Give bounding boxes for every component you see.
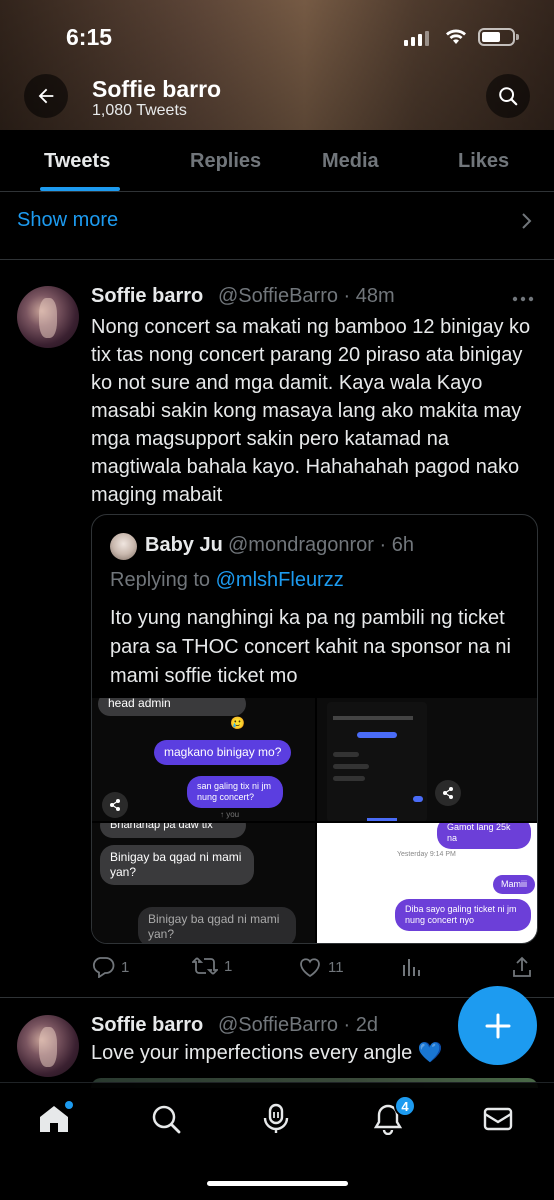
chat-bubble: Gamot lang 25k na — [437, 823, 531, 849]
signal-icon — [404, 30, 429, 46]
nav-spaces[interactable] — [260, 1103, 292, 1135]
status-bar: 6:15 — [0, 22, 554, 52]
tweet-actions: 1 1 11 — [91, 956, 538, 980]
tab-media[interactable]: Media — [322, 150, 379, 173]
quote-media-grid[interactable]: head admin 🥲 magkano binigay mo? san gal… — [92, 698, 537, 943]
wifi-icon — [446, 29, 466, 44]
chat-bubble: san galing tix ni jm nung concert? — [187, 776, 283, 808]
analytics-icon — [403, 959, 420, 976]
share-button[interactable] — [435, 780, 461, 806]
tweet-author-name[interactable]: Soffie barro — [91, 285, 203, 308]
arrow-left-icon — [38, 88, 54, 104]
chat-bubble: Binigay ba qgad ni mami yan? — [100, 845, 254, 885]
mail-icon — [483, 1107, 513, 1131]
quote-author-name: Baby Ju — [145, 534, 223, 556]
back-button[interactable] — [24, 74, 68, 118]
retweet-count: 1 — [224, 957, 233, 975]
tweet-avatar[interactable] — [17, 286, 79, 348]
tweet-author-name[interactable]: Soffie barro — [91, 1014, 203, 1037]
you-label: ↑ you — [220, 810, 240, 819]
tweet-count: 1,080 Tweets — [92, 102, 187, 119]
heart-icon — [300, 958, 320, 978]
chat-bubble: Bnahanap pa daw tix — [100, 823, 246, 838]
chat-bubble: magkano binigay mo? — [154, 740, 292, 765]
microphone-icon — [263, 1103, 289, 1133]
chat-bubble: head admin — [98, 698, 246, 716]
plus-icon — [485, 1013, 510, 1038]
media-image-3[interactable]: Bnahanap pa daw tix Binigay ba qgad ni m… — [92, 823, 315, 943]
quoted-tweet[interactable]: Baby Ju @mondragonror · 6h Replying to @… — [91, 514, 538, 944]
show-more-link[interactable]: Show more — [17, 209, 118, 232]
nav-messages[interactable] — [482, 1103, 514, 1135]
quote-text: Ito yung nanghingi ka pa ng pambili ng t… — [110, 607, 511, 687]
profile-tabs: Tweets Replies Media Likes — [0, 130, 554, 192]
tab-replies[interactable]: Replies — [190, 150, 261, 173]
reply-icon — [92, 957, 115, 978]
quote-avatar — [110, 533, 137, 560]
tweet-author-handle[interactable]: @SoffieBarro · 2d — [218, 1014, 378, 1037]
quote-author-handle: @mondragonror · 6h — [228, 534, 414, 556]
share-icon — [443, 787, 453, 799]
search-icon — [152, 1105, 181, 1134]
tab-tweets[interactable]: Tweets — [44, 150, 110, 173]
retweet-icon — [192, 957, 218, 975]
share-button[interactable] — [102, 792, 128, 818]
profile-name: Soffie barro — [92, 76, 222, 102]
chevron-right-icon — [522, 213, 532, 229]
search-icon — [499, 87, 518, 106]
profile-header: 6:15 Soffie barro 1,080 Tweets — [0, 0, 554, 130]
like-count: 11 — [328, 958, 344, 976]
home-icon — [40, 1106, 68, 1132]
replying-to: Replying to @mlshFleurzz — [110, 569, 344, 592]
search-button[interactable] — [486, 74, 530, 118]
status-time: 6:15 — [66, 24, 113, 50]
nav-search[interactable] — [150, 1103, 182, 1135]
tab-likes[interactable]: Likes — [458, 150, 509, 173]
upload-icon — [513, 956, 531, 977]
compose-tweet-button[interactable] — [458, 986, 537, 1065]
notification-badge: 4 — [394, 1095, 416, 1117]
chat-bubble: Binigay ba qgad ni mami yan? — [138, 907, 296, 943]
share-tweet-button[interactable] — [511, 956, 533, 978]
chat-timestamp: Yesterday 9:14 PM — [397, 851, 456, 858]
replying-to-label: Replying to — [110, 569, 211, 591]
media-image-4[interactable]: Gamot lang 25k na Yesterday 9:14 PM Mami… — [317, 823, 537, 943]
views-button[interactable] — [401, 956, 423, 978]
tweet-text: Love your imperfections every angle 💙 — [91, 1042, 443, 1064]
home-notification-dot — [65, 1101, 73, 1109]
show-more-row[interactable]: Show more — [0, 193, 554, 260]
media-image-2[interactable] — [317, 698, 537, 821]
chat-bubble: Mamiii — [493, 875, 535, 894]
share-icon — [110, 799, 120, 811]
reply-count: 1 — [121, 958, 130, 976]
media-image-1[interactable]: head admin 🥲 magkano binigay mo? san gal… — [92, 698, 315, 821]
reply-button[interactable]: 1 — [91, 956, 129, 978]
tweet-text: Nong concert sa makati ng bamboo 12 bini… — [91, 316, 531, 506]
more-options-icon[interactable] — [512, 296, 534, 302]
chat-bubble: Diba sayo galing ticket ni jm nung conce… — [395, 899, 531, 931]
emoji: 🥲 — [230, 716, 245, 730]
home-indicator — [207, 1181, 348, 1186]
active-tab-indicator — [40, 187, 120, 191]
retweet-button[interactable]: 1 — [192, 956, 232, 976]
battery-icon — [478, 28, 519, 46]
tweet-author-handle[interactable]: @SoffieBarro · 48m — [218, 285, 395, 308]
replying-to-handle[interactable]: @mlshFleurzz — [216, 569, 344, 591]
like-button[interactable]: 11 — [298, 956, 344, 978]
tweet-avatar[interactable] — [17, 1015, 79, 1077]
